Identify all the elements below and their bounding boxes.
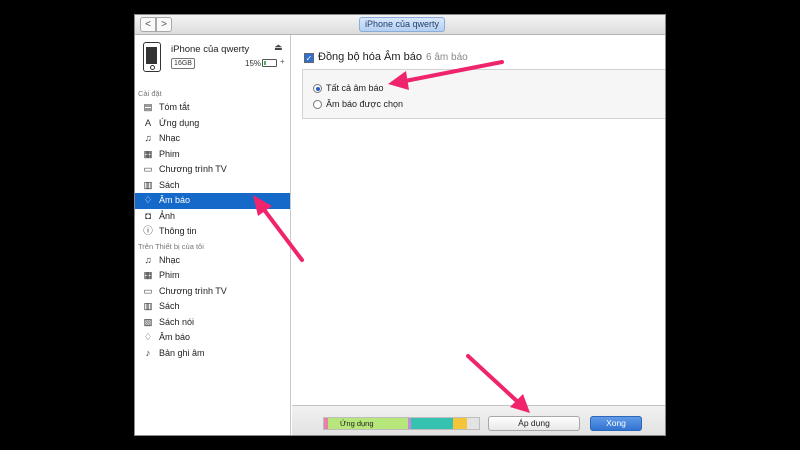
storage-apps-label: Ứng dụng: [340, 419, 374, 428]
settings-list: ▤ Tóm tắt A Ứng dụng ♫ Nhạc ▦ Phim ▭ Chương trình…: [135, 100, 290, 240]
on-device-section-header: Trên Thiết bị của tôi: [138, 241, 204, 251]
sidebar-item-label: Âm báo: [159, 195, 191, 205]
sidebar-item[interactable]: ◘ Ảnh: [135, 209, 290, 225]
sidebar-item[interactable]: ♢ Âm báo: [135, 330, 290, 346]
sidebar-item-label: Phim: [159, 148, 180, 159]
battery-percent: 15%: [245, 59, 262, 68]
iphone-icon: [143, 42, 161, 72]
back-button[interactable]: <: [140, 17, 156, 32]
movies-icon: ▦: [143, 270, 153, 281]
battery-icon: [262, 59, 277, 67]
camera-icon: ◘: [145, 210, 151, 222]
storage-segment-apps: Ứng dụng: [328, 418, 408, 429]
sidebar-item-label: Thông tin: [159, 226, 197, 236]
storage-segment-documents: [453, 418, 467, 429]
battery-fill: [264, 61, 266, 65]
sidebar-item-label: Phim: [159, 270, 180, 280]
sidebar-item[interactable]: ▥ Sách: [135, 299, 290, 315]
sidebar-item[interactable]: ▤ Tóm tắt: [135, 100, 290, 116]
sidebar-item[interactable]: ▭ Chương trình TV: [135, 162, 290, 178]
books-icon: ▥: [143, 179, 153, 191]
sidebar-item[interactable]: ▦ Phim: [135, 147, 290, 163]
sidebar-item-label: Sách: [159, 301, 180, 311]
main-panel: ✓ Đồng bộ hóa Âm báo 6 âm báo Tất cả âm …: [292, 35, 665, 435]
apps-icon: A: [144, 117, 152, 129]
music-icon: ♫: [144, 254, 152, 266]
sidebar-item[interactable]: ▧ Sách nói: [135, 315, 290, 331]
radio-button[interactable]: [313, 84, 322, 93]
sidebar-item[interactable]: ▭ Chương trình TV: [135, 284, 290, 300]
sync-tones-checkbox[interactable]: ✓: [304, 53, 314, 63]
radio-button[interactable]: [313, 100, 322, 109]
radio-label: Tất cả âm báo: [326, 83, 384, 93]
sidebar-item[interactable]: ♫ Nhạc: [135, 253, 290, 269]
forward-button[interactable]: >: [156, 17, 172, 32]
done-button[interactable]: Xong: [590, 416, 642, 431]
audiobook-icon: ▧: [143, 316, 153, 328]
sidebar-item-label: Chương trình TV: [159, 285, 227, 296]
sidebar-item[interactable]: ▦ Phim: [135, 268, 290, 284]
sidebar-item-label: Ảnh: [159, 210, 176, 221]
title-bar: < > iPhone của qwerty: [135, 15, 665, 35]
device-summary[interactable]: iPhone của qwerty ⏏ 16GB 15% +: [135, 35, 290, 87]
tv-icon: ▭: [143, 164, 153, 175]
storage-capacity-bar: Ứng dụng: [323, 417, 480, 430]
sidebar-item[interactable]: ♪ Bản ghi âm: [135, 346, 290, 362]
tv-icon: ▭: [143, 285, 153, 297]
sidebar-item-label: Sách nói: [159, 316, 195, 327]
sidebar-item[interactable]: ♢ Âm báo: [135, 193, 290, 209]
sidebar-item-label: Tóm tắt: [159, 102, 190, 112]
sidebar-item-label: Bản ghi âm: [159, 347, 205, 358]
sync-options-panel: Tất cả âm báo Âm báo được chọn: [302, 69, 665, 119]
sidebar-item-label: Âm báo: [159, 332, 191, 342]
on-device-list: ♫ Nhạc ▦ Phim ▭ Chương trình TV ▥ Sách ▧ Sách nói…: [135, 253, 290, 362]
movies-icon: ▦: [143, 148, 153, 160]
sidebar-item-label: Sách: [159, 179, 180, 190]
voice-memo-icon: ♪: [145, 347, 151, 359]
sidebar-item[interactable]: ♫ Nhạc: [135, 131, 290, 147]
capacity-badge: 16GB: [171, 58, 195, 69]
books-icon: ▥: [143, 301, 153, 312]
summary-icon: ▤: [143, 102, 153, 113]
storage-segment-photos: [411, 418, 453, 429]
bell-icon: ♢: [143, 195, 153, 206]
itunes-window: < > iPhone của qwerty iPhone của qwerty …: [134, 14, 666, 436]
sidebar: iPhone của qwerty ⏏ 16GB 15% + Cài đặt ▤…: [135, 35, 291, 435]
apply-button[interactable]: Áp dụng: [488, 416, 580, 431]
radio-label: Âm báo được chọn: [326, 99, 403, 109]
info-icon: ⓘ: [143, 226, 153, 237]
sidebar-item-label: Nhạc: [159, 254, 181, 265]
bottom-bar: Ứng dụng Áp dụng Xong: [292, 405, 665, 435]
storage-segment-free: [467, 418, 479, 429]
sync-tones-label[interactable]: Đồng bộ hóa Âm báo: [318, 51, 422, 63]
device-title-tab[interactable]: iPhone của qwerty: [359, 17, 445, 32]
sidebar-item[interactable]: ⓘ Thông tin: [135, 224, 290, 240]
eject-icon[interactable]: ⏏: [274, 42, 283, 53]
sidebar-item[interactable]: ▥ Sách: [135, 178, 290, 194]
sidebar-item-label: Nhạc: [159, 133, 181, 143]
bell-icon: ♢: [143, 332, 153, 343]
tone-count: 6 âm báo: [426, 52, 468, 63]
charging-icon: +: [280, 57, 285, 66]
sidebar-item-label: Chương trình TV: [159, 164, 227, 174]
settings-section-header: Cài đặt: [138, 89, 162, 98]
music-icon: ♫: [144, 133, 152, 144]
sidebar-item-label: Ứng dụng: [159, 117, 200, 128]
sidebar-item[interactable]: A Ứng dụng: [135, 116, 290, 132]
device-name: iPhone của qwerty: [171, 44, 250, 55]
